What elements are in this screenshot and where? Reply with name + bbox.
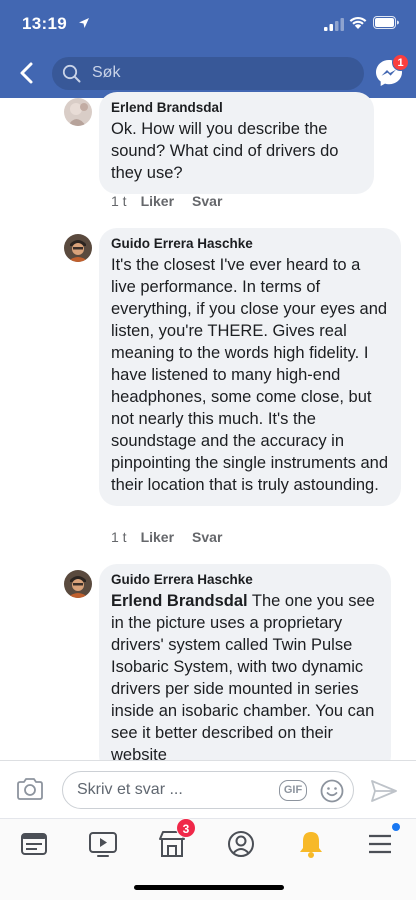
- tab-watch-icon[interactable]: [86, 827, 120, 861]
- battery-icon: [373, 16, 399, 29]
- like-button[interactable]: Liker: [141, 193, 174, 209]
- tab-menu-icon[interactable]: [363, 827, 397, 861]
- comment-text: It's the closest I've ever heard to a li…: [111, 256, 389, 494]
- reply-button[interactable]: Svar: [192, 193, 222, 209]
- menu-notification-dot: [392, 823, 400, 831]
- comment-text-body: The one you see in the picture uses a pr…: [111, 592, 375, 764]
- marketplace-badge: 3: [176, 818, 196, 838]
- tab-news-feed-icon[interactable]: [17, 827, 51, 861]
- home-indicator[interactable]: [134, 885, 284, 890]
- reply-button[interactable]: Svar: [192, 529, 222, 545]
- like-button[interactable]: Liker: [141, 529, 174, 545]
- messenger-badge: 1: [392, 54, 409, 71]
- emoji-icon[interactable]: [319, 778, 345, 804]
- comment-time: 1 t: [111, 529, 127, 545]
- status-time: 13:19: [22, 14, 67, 33]
- gif-button[interactable]: GIF: [279, 780, 307, 801]
- comment-author[interactable]: Guido Errera Haschke: [111, 236, 389, 251]
- cellular-signal-icon: [324, 18, 344, 31]
- avatar[interactable]: [64, 570, 92, 598]
- search-placeholder: Søk: [92, 64, 121, 81]
- reply-input[interactable]: Skriv et svar ... GIF: [62, 771, 354, 809]
- search-input[interactable]: Søk: [52, 57, 364, 90]
- comment-time: 1 t: [111, 193, 127, 209]
- search-icon: [62, 64, 81, 83]
- mention-link[interactable]: Erlend Brandsdal: [111, 592, 248, 610]
- send-icon[interactable]: [370, 779, 398, 803]
- tab-profile-icon[interactable]: [224, 827, 258, 861]
- comment-bubble: Erlend Brandsdal Ok. How will you descri…: [99, 92, 374, 194]
- reply-placeholder: Skriv et svar ...: [77, 781, 183, 798]
- comment-actions: 1 t Liker Svar: [111, 193, 240, 209]
- tab-notifications-bell-icon[interactable]: [294, 827, 328, 861]
- comment-author[interactable]: Guido Errera Haschke: [111, 572, 379, 587]
- avatar[interactable]: [64, 98, 92, 126]
- comment-bubble: Guido Errera Haschke Erlend Brandsdal Th…: [99, 564, 391, 774]
- wifi-icon: [349, 16, 367, 29]
- back-arrow-icon[interactable]: [14, 60, 40, 86]
- comment-bubble: Guido Errera Haschke It's the closest I'…: [99, 228, 401, 506]
- status-bar: 13:19: [0, 0, 416, 50]
- comment-text: Erlend Brandsdal The one you see in the …: [111, 590, 379, 766]
- reply-composer: Skriv et svar ... GIF: [0, 760, 416, 818]
- comment-text: Ok. How will you describe the sound? Wha…: [111, 120, 339, 182]
- comment-actions: 1 t Liker Svar: [111, 529, 240, 545]
- comment-author[interactable]: Erlend Brandsdal: [111, 100, 362, 115]
- camera-icon[interactable]: [16, 777, 44, 801]
- header-bar: 13:19 Søk 1: [0, 0, 416, 98]
- location-arrow-icon: [79, 18, 89, 28]
- avatar[interactable]: [64, 234, 92, 262]
